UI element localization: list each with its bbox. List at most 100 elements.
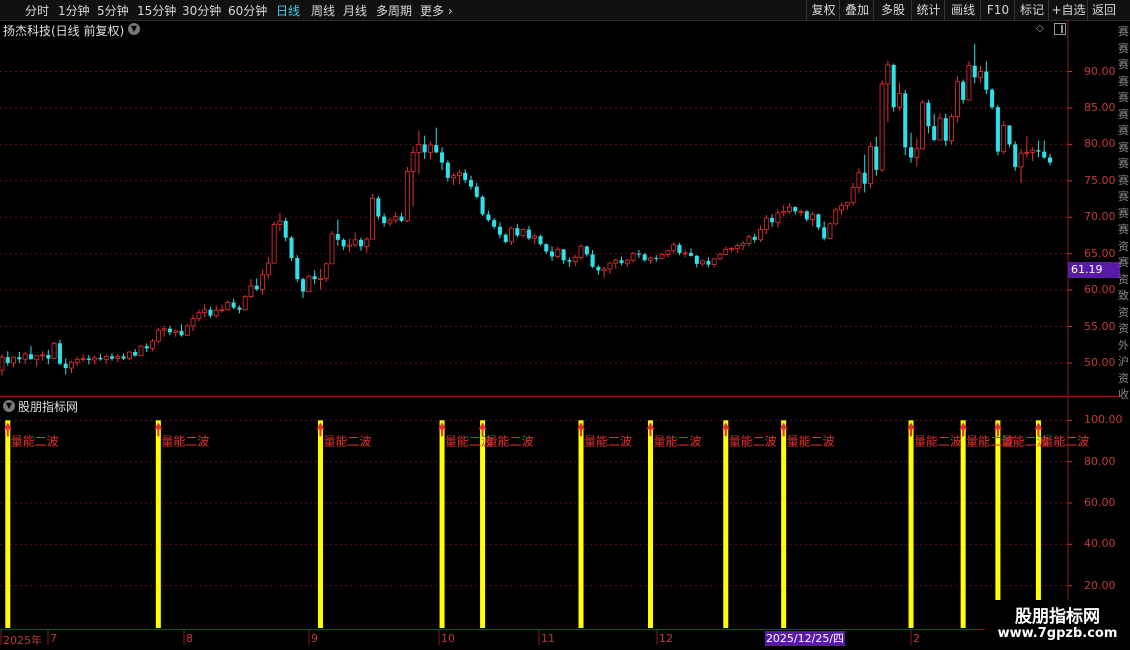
signal-bar	[155, 420, 161, 628]
candle-body	[22, 353, 28, 360]
candle-body	[173, 330, 179, 333]
candle-body	[954, 81, 960, 118]
candle-body	[440, 152, 445, 163]
candle-body	[335, 233, 340, 240]
candle-body	[978, 71, 983, 78]
candle-body	[492, 220, 497, 227]
candle-body	[509, 227, 514, 243]
signal-label: 量能二波	[323, 434, 371, 448]
candle-body	[184, 325, 190, 336]
candle-body	[358, 239, 364, 247]
x-label-0: 2025年	[3, 634, 42, 647]
watermark-url: www.7gpzb.com	[997, 626, 1118, 641]
candle-body	[301, 279, 306, 292]
candle-body	[648, 257, 653, 261]
candle-body	[5, 357, 10, 363]
signal-arrow-up-icon	[721, 422, 730, 430]
candle-body	[700, 260, 706, 265]
candle-body	[34, 355, 40, 360]
candle-body	[677, 244, 682, 253]
candle-body	[190, 318, 196, 327]
candle-body	[480, 196, 485, 215]
candle-body	[850, 186, 856, 204]
candle-body	[11, 356, 17, 364]
candle-body	[544, 244, 549, 252]
candle-body	[434, 145, 439, 153]
candle-body	[932, 126, 937, 140]
signal-bar-series	[5, 420, 1041, 628]
candle-body	[601, 268, 607, 271]
signal-bar	[1035, 420, 1041, 628]
candle-body	[1013, 144, 1018, 167]
signal-labels: 量能二波 量能二波 量能二波 量能二波量能二波 量能二波 量能二波 量能二波 量能二波 量能二波…	[3, 422, 1089, 448]
candle-body	[630, 253, 636, 261]
right-strip-char-7: 赛	[1118, 140, 1129, 154]
candle-body	[382, 216, 387, 224]
x-label-6: 12	[659, 632, 673, 645]
candle-body	[346, 244, 352, 247]
candle-body	[213, 310, 219, 316]
right-strip-char-9: 赛	[1118, 173, 1129, 187]
right-strip-char-21: 资	[1118, 371, 1129, 385]
signal-arrow-up-icon	[779, 422, 788, 430]
candle-body	[150, 340, 155, 349]
signal-bar	[908, 420, 914, 628]
right-strip-char-16: 致	[1118, 289, 1129, 302]
candle-body	[642, 254, 647, 261]
candle-body	[613, 259, 619, 264]
candle-body	[584, 246, 589, 255]
candle-body	[277, 220, 283, 225]
candle-body	[775, 212, 781, 223]
signal-bar	[960, 420, 966, 628]
candle-body	[237, 307, 242, 310]
signal-arrow-up-icon	[438, 422, 447, 430]
indicator-dropdown-icon[interactable]: ▼	[3, 400, 15, 412]
title-dropdown-icon[interactable]: ▼	[128, 23, 140, 35]
candle-body	[364, 238, 370, 247]
candle-body	[225, 302, 231, 311]
window-toggle-icon[interactable]	[1054, 23, 1066, 35]
right-strip-char-17: 资	[1118, 305, 1129, 319]
watermark: 股朋指标网 www.7gpzb.com	[985, 600, 1130, 650]
signal-label: 量能二波	[161, 434, 209, 448]
candle-body	[486, 214, 491, 221]
candle-body	[133, 352, 138, 356]
candle-body	[451, 175, 457, 179]
main-ytick-2: 80.00	[1084, 137, 1116, 151]
right-strip-char-13: 资	[1118, 239, 1129, 253]
candle-body	[265, 262, 271, 276]
watermark-title: 股朋指标网	[1015, 607, 1100, 627]
right-strip-char-3: 赛	[1118, 74, 1129, 88]
main-ytick-0: 90.00	[1084, 64, 1116, 78]
candle-body	[903, 93, 908, 148]
candle-body	[949, 116, 954, 142]
candle-body	[856, 172, 862, 188]
candle-body	[862, 172, 867, 184]
candle-body	[63, 363, 68, 369]
candle-body	[283, 220, 288, 238]
candle-body	[295, 258, 300, 280]
candle-body	[515, 228, 520, 236]
right-strip-char-6: 赛	[1118, 124, 1129, 137]
candle-body	[682, 252, 688, 255]
candle-body	[729, 248, 734, 250]
diamond-icon[interactable]: ◇	[1036, 23, 1044, 34]
main-ytick-7: 55.00	[1084, 319, 1116, 333]
candle-body	[399, 216, 404, 221]
candle-body	[74, 358, 80, 363]
candle-body	[0, 356, 5, 371]
candle-body	[376, 198, 381, 217]
sub-ytick-4: 20.00	[1084, 578, 1116, 592]
candle-body	[231, 302, 236, 308]
candle-body	[219, 309, 225, 312]
x-label-1: 7	[50, 632, 57, 645]
candle-body	[497, 226, 502, 235]
candle-body	[920, 102, 926, 150]
candle-body	[781, 210, 787, 214]
candle-body	[538, 236, 543, 245]
main-ytick-6: 60.00	[1084, 283, 1116, 297]
candle-body	[202, 309, 208, 314]
candle-body	[937, 117, 943, 141]
signal-bar	[317, 420, 323, 628]
chart-title: 扬杰科技(日线 前复权)	[3, 24, 125, 38]
